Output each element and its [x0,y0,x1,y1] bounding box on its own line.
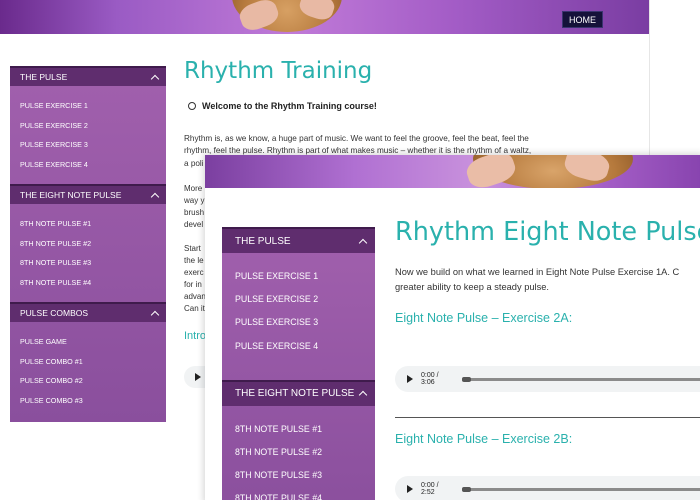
sidebar-item-pulse-combo-2[interactable]: PULSE COMBO #2 [10,371,166,391]
sidebar-item-8th-note-pulse-2[interactable]: 8TH NOTE PULSE #2 [222,441,375,464]
text-fragment: the le [184,256,204,265]
chevron-up-icon[interactable] [358,391,368,400]
audio-progress-knob[interactable] [461,376,471,382]
exercise-2a-heading: Eight Note Pulse – Exercise 2A: [395,311,573,325]
intro-paragraph: Now we build on what we learned in Eight… [395,265,700,295]
sidebar-section-label: THE EIGHT NOTE PULSE [235,388,355,400]
page-title: Rhythm Training [184,58,373,84]
sidebar-item-pulse-combo-3[interactable]: PULSE COMBO #3 [10,391,166,411]
sidebar-item-8th-note-pulse-3[interactable]: 8TH NOTE PULSE #3 [222,464,375,487]
sidebar-section-pulse-combos[interactable]: PULSE COMBOS [10,302,166,322]
sidebar-section-label: THE EIGHT NOTE PULSE [20,190,122,200]
text-fragment: Can it [184,304,205,313]
hero-banner: HOME [0,0,649,34]
text-fragment: for in [184,280,202,289]
audio-progress-track[interactable] [461,376,700,382]
sidebar-item-8th-note-pulse-2[interactable]: 8TH NOTE PULSE #2 [10,234,166,254]
paragraph-line: greater ability to keep a steady pulse. [395,282,550,292]
intro-link[interactable]: Intro [184,330,206,342]
paragraph-line: Now we build on what we learned in Eight… [395,267,680,277]
text-fragment: exerc [184,268,204,277]
chevron-up-icon[interactable] [150,74,160,83]
sidebar-section-label: PULSE COMBOS [20,308,89,318]
text-fragment: way y [184,196,205,205]
sidebar-item-pulse-exercise-4[interactable]: PULSE EXERCISE 4 [222,335,375,358]
text-fragment: More [184,184,203,193]
sidebar-item-pulse-exercise-1[interactable]: PULSE EXERCISE 1 [222,265,375,288]
sidebar-item-pulse-exercise-2[interactable]: PULSE EXERCISE 2 [10,116,166,136]
audio-progress-track[interactable] [461,486,700,492]
composite-screenshot: HOME THE PULSE PULSE EXERCISE 1 PULSE EX… [0,0,700,500]
paragraph-line: Rhythm is, as we know, a huge part of mu… [184,134,529,143]
sidebar-section-label: THE PULSE [235,235,291,247]
radio-icon [188,102,196,110]
page-title: Rhythm Eight Note Pulse [395,217,700,247]
text-fragment: brush [184,208,205,217]
section-divider [395,417,700,418]
home-nav-button[interactable]: HOME [562,11,603,28]
audio-progress-knob[interactable] [461,486,471,492]
sidebar-item-pulse-exercise-4[interactable]: PULSE EXERCISE 4 [10,155,166,175]
sidebar-section-the-pulse[interactable]: THE PULSE [10,66,166,86]
audio-time: 0:00 / 2:52 [421,482,439,496]
audio-player-exercise-2b[interactable]: 0:00 / 2:52 [395,476,700,500]
text-fragment: devel [184,220,204,229]
sidebar-item-pulse-exercise-3[interactable]: PULSE EXERCISE 3 [222,311,375,334]
hero-banner [205,155,700,188]
play-icon[interactable] [407,485,413,493]
sidebar-item-8th-note-pulse-4[interactable]: 8TH NOTE PULSE #4 [222,487,375,500]
sidebar-item-8th-note-pulse-4[interactable]: 8TH NOTE PULSE #4 [10,273,166,293]
sidebar-item-pulse-combo-1[interactable]: PULSE COMBO #1 [10,352,166,372]
chevron-up-icon[interactable] [150,192,160,201]
play-icon[interactable] [407,375,413,383]
sidebar-section-the-pulse[interactable]: THE PULSE [222,227,375,253]
sidebar-item-8th-note-pulse-3[interactable]: 8TH NOTE PULSE #3 [10,253,166,273]
sidebar-item-8th-note-pulse-1[interactable]: 8TH NOTE PULSE #1 [222,418,375,441]
audio-time: 0:00 / 3:06 [421,372,439,386]
sidebar-item-8th-note-pulse-1[interactable]: 8TH NOTE PULSE #1 [10,214,166,234]
chevron-up-icon[interactable] [358,238,368,247]
sidebar-item-pulse-exercise-3[interactable]: PULSE EXERCISE 3 [10,135,166,155]
sidebar-item-pulse-exercise-1[interactable]: PULSE EXERCISE 1 [10,96,166,116]
sidebar-section-eight-note-pulse[interactable]: THE EIGHT NOTE PULSE [10,184,166,204]
course-sidebar: THE PULSE PULSE EXERCISE 1 PULSE EXERCIS… [10,66,166,422]
play-icon[interactable] [195,373,201,381]
exercise-2b-heading: Eight Note Pulse – Exercise 2B: [395,432,573,446]
sidebar-item-pulse-game[interactable]: PULSE GAME [10,332,166,352]
text-fragment: advan [184,292,206,301]
text-fragment: Start [184,244,201,253]
chevron-up-icon[interactable] [150,310,160,319]
sidebar-item-pulse-exercise-2[interactable]: PULSE EXERCISE 2 [222,288,375,311]
welcome-notice: Welcome to the Rhythm Training course! [188,101,377,111]
welcome-text: Welcome to the Rhythm Training course! [202,101,377,111]
sidebar-section-eight-note-pulse[interactable]: THE EIGHT NOTE PULSE [222,379,375,406]
sidebar-section-label: THE PULSE [20,72,68,82]
course-sidebar: THE PULSE PULSE EXERCISE 1 PULSE EXERCIS… [222,227,375,500]
audio-player-exercise-2a[interactable]: 0:00 / 3:06 [395,366,700,392]
eight-note-pulse-page: THE PULSE PULSE EXERCISE 1 PULSE EXERCIS… [205,155,700,500]
